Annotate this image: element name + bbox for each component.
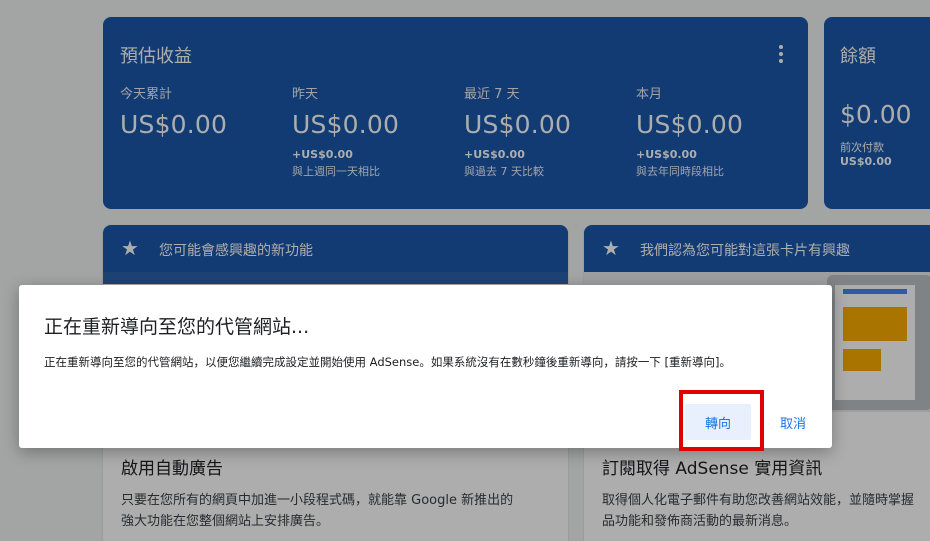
dialog-message: 正在重新導向至您的代管網站，以便您繼續完成設定並開始使用 AdSense。如果系… bbox=[44, 355, 731, 369]
dialog-title: 正在重新導向至您的代管網站... bbox=[44, 316, 310, 338]
cancel-button[interactable]: 取消 bbox=[770, 404, 816, 440]
modal-overlay bbox=[0, 0, 930, 541]
redirect-dialog: 正在重新導向至您的代管網站... 正在重新導向至您的代管網站，以便您繼續完成設定… bbox=[19, 285, 832, 448]
redirect-button[interactable]: 轉向 bbox=[685, 404, 751, 440]
